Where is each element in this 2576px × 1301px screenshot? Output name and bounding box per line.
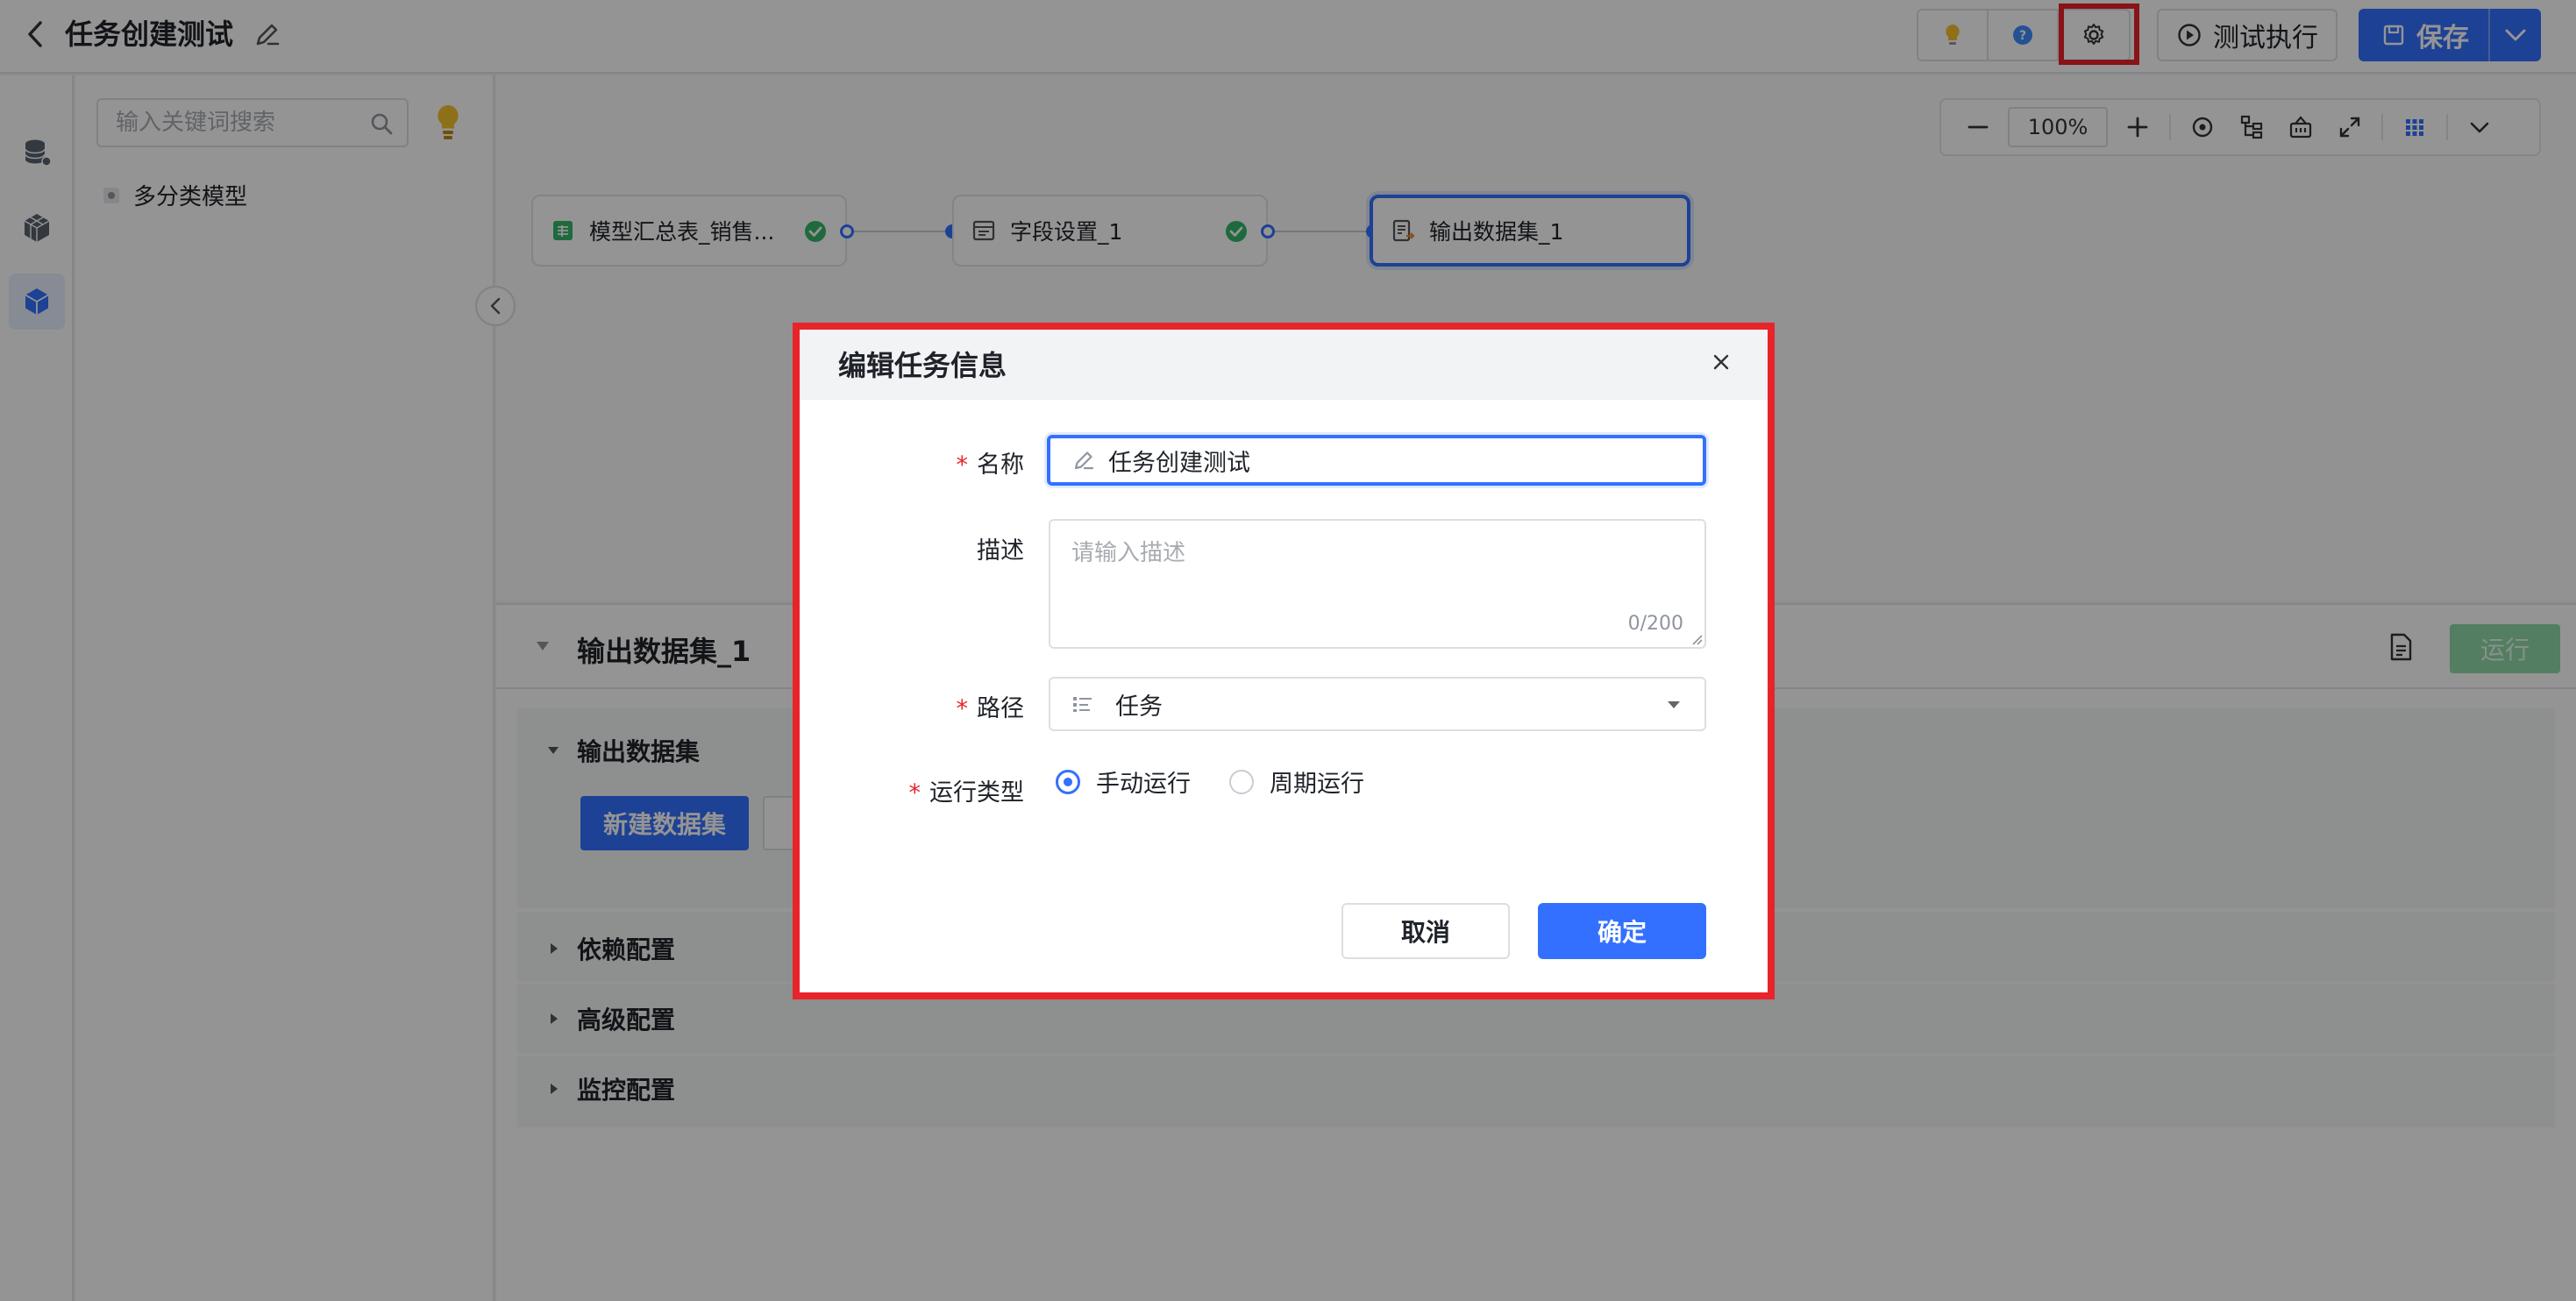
pencil-icon [1074, 451, 1094, 470]
radio-manual-run[interactable]: 手动运行 [1056, 764, 1191, 799]
desc-field-label: 描述 [977, 537, 1024, 565]
desc-field: 0/200 [1049, 519, 1706, 649]
run-type-label: * 运行类型 [908, 779, 1025, 807]
name-field-label: * 名称 [956, 451, 1025, 479]
list-icon [1073, 697, 1092, 712]
resize-grip-icon[interactable] [1690, 633, 1703, 645]
desc-textarea[interactable] [1071, 535, 1676, 622]
confirm-button[interactable]: 确定 [1538, 903, 1706, 959]
radio-label: 手动运行 [1096, 771, 1191, 798]
dialog-title: 编辑任务信息 [838, 349, 1007, 382]
radio-scheduled-run[interactable]: 周期运行 [1229, 764, 1364, 799]
close-icon[interactable] [1708, 349, 1734, 375]
edit-task-dialog: 编辑任务信息 *名称 描述 0/200 *路径 任务 *运行类型 手动运行 周期… [796, 326, 1771, 996]
path-value: 任务 [1115, 693, 1163, 721]
radio-label: 周期运行 [1270, 771, 1364, 798]
name-field[interactable] [1047, 435, 1706, 486]
path-field-label: * 路径 [956, 695, 1025, 722]
radio-dot[interactable] [1229, 769, 1254, 794]
radio-dot-checked[interactable] [1056, 769, 1080, 794]
caret-down-icon [1668, 701, 1680, 708]
dialog-header: 编辑任务信息 [796, 326, 1771, 400]
name-input[interactable] [1108, 446, 1669, 474]
cancel-button[interactable]: 取消 [1341, 903, 1510, 959]
path-select[interactable]: 任务 [1049, 677, 1706, 731]
desc-char-count: 0/200 [1627, 613, 1683, 635]
